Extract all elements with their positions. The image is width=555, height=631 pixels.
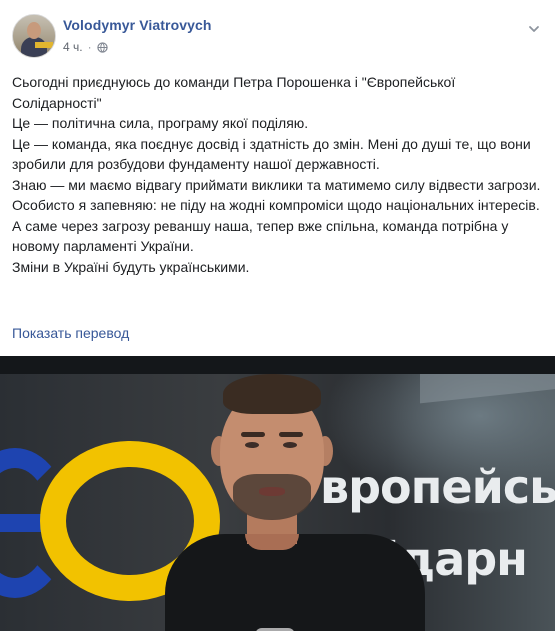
- speaker-figure: [165, 374, 425, 631]
- post-paragraph: Це — команда, яка поєднує досвід і здатн…: [12, 135, 531, 173]
- post-paragraph: Це — політична сила, програму якої поділ…: [12, 115, 309, 131]
- post-paragraph: Сьогодні приєднуюсь до команди Петра Пор…: [12, 74, 456, 111]
- meta-separator: ·: [87, 40, 92, 54]
- post-paragraph: Знаю — ми маємо відвагу приймати виклики…: [12, 176, 541, 193]
- globe-icon[interactable]: [96, 41, 108, 53]
- author-name[interactable]: Volodymyr Viatrovych: [63, 17, 212, 33]
- facebook-post: Volodymyr Viatrovych 4 ч. · Сьогодні при…: [0, 0, 555, 631]
- post-header: Volodymyr Viatrovych 4 ч. ·: [12, 12, 543, 60]
- chevron-down-icon[interactable]: [527, 22, 541, 36]
- post-paragraph: А саме через загрозу реваншу наша, тепер…: [12, 217, 509, 255]
- avatar[interactable]: [12, 14, 56, 58]
- post-text: Сьогодні приєднуюсь до команди Петра Пор…: [12, 72, 545, 277]
- post-time[interactable]: 4 ч.: [63, 40, 83, 54]
- post-paragraph: Зміни в Україні будуть українськими.: [12, 258, 250, 275]
- translate-link[interactable]: Показать перевод: [12, 325, 129, 341]
- post-meta: 4 ч. ·: [63, 40, 108, 54]
- ceiling-beam: [0, 356, 555, 374]
- post-photo[interactable]: вропейсь олідарн: [0, 356, 555, 631]
- post-paragraph: Особисто я запевняю: не піду на жодні ко…: [12, 197, 540, 213]
